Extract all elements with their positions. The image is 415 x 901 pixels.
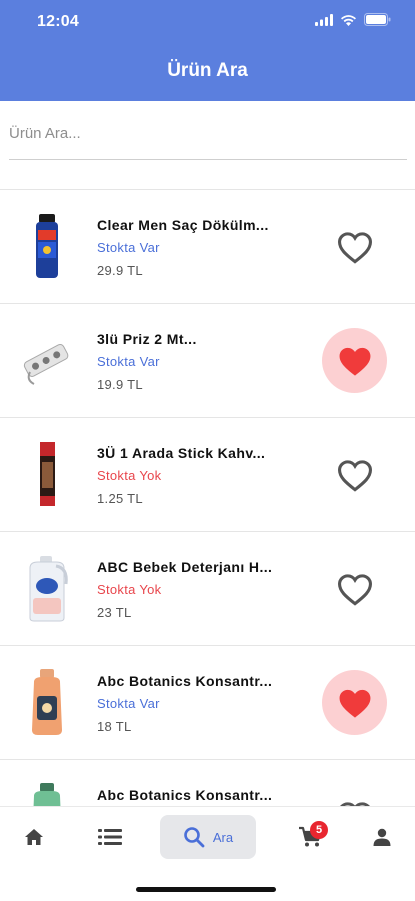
signal-icon [315,13,333,26]
heart-filled-icon [339,689,370,718]
favorite-button[interactable] [322,670,387,735]
status-time: 12:04 [37,13,79,30]
heart-outline-icon [337,231,372,264]
favorite-button[interactable] [322,556,387,621]
product-list[interactable]: Clear Men Saç Dökülm... Stokta Var 29.9 … [0,189,415,807]
page-title: Ürün Ara [167,60,248,81]
softener-bottle-icon [32,669,62,735]
stock-status: Stokta Yok [97,582,162,597]
softener-bottle-icon [33,783,61,807]
product-price: 23 TL [97,605,132,620]
power-strip-icon [23,343,69,385]
battery-icon [364,13,391,26]
product-price: 29.9 TL [97,263,143,278]
product-name: ABC Bebek Deterjanı H... [97,559,273,575]
tab-search-label: Ara [212,829,234,845]
search-bar [9,101,407,160]
shampoo-bottle-icon [36,214,58,278]
home-indicator [136,887,276,892]
coffee-stick-icon [40,442,55,506]
product-row[interactable]: 3Ü 1 Arada Stick Kahv... Stokta Yok 1.25… [0,418,415,532]
status-icons [315,13,391,26]
cart-badge: 5 [310,821,328,839]
tab-categories[interactable] [90,815,130,859]
tab-profile[interactable] [362,815,402,859]
product-row[interactable]: ABC Bebek Deterjanı H... Stokta Yok 23 T… [0,532,415,646]
product-name: Clear Men Saç Dökülm... [97,217,269,233]
favorite-button[interactable] [322,214,387,279]
app-header: 12:04 Ürün Ara [0,0,415,101]
product-row[interactable]: 3lü Priz 2 Mt... Stokta Var 19.9 TL [0,304,415,418]
status-bar: 12:04 [0,0,415,44]
heart-filled-icon [339,347,370,376]
product-name: Abc Botanics Konsantr... [97,673,273,689]
product-row[interactable]: Clear Men Saç Dökülm... Stokta Var 29.9 … [0,190,415,304]
favorite-button[interactable] [322,442,387,507]
wifi-icon [341,14,356,26]
list-icon [98,829,122,845]
product-price: 19.9 TL [97,377,143,392]
heart-outline-icon [337,459,372,492]
stock-status: Stokta Var [97,696,160,711]
stock-status: Stokta Var [97,354,160,369]
product-price: 18 TL [97,719,132,734]
search-input[interactable] [9,119,407,147]
product-row[interactable]: Abc Botanics Konsantr... [0,760,415,807]
stock-status: Stokta Yok [97,468,162,483]
tab-cart[interactable]: 5 [290,815,330,859]
product-price: 1.25 TL [97,491,143,506]
heart-outline-icon [337,573,372,606]
product-name: Abc Botanics Konsantr... [97,787,273,803]
search-icon [184,827,205,848]
tab-search[interactable]: Ara [160,815,256,859]
user-icon [373,828,391,846]
favorite-button[interactable] [322,328,387,393]
favorite-button[interactable] [322,784,387,807]
stock-status: Stokta Var [97,240,160,255]
tab-home[interactable] [14,815,54,859]
product-name: 3lü Priz 2 Mt... [97,331,197,347]
detergent-bottle-icon [29,556,68,622]
product-row[interactable]: Abc Botanics Konsantr... Stokta Var 18 T… [0,646,415,760]
product-name: 3Ü 1 Arada Stick Kahv... [97,445,266,461]
home-icon [25,829,43,845]
